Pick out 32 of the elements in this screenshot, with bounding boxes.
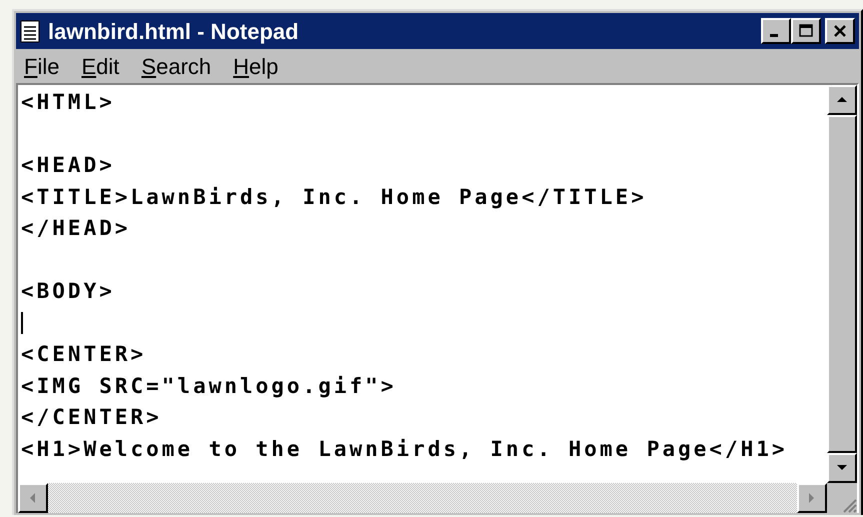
code-line: <HEAD>	[21, 152, 115, 179]
notepad-icon	[20, 19, 40, 43]
resize-grip[interactable]	[827, 483, 857, 513]
text-editor[interactable]: <HTML> <HEAD> <TITLE>LawnBirds, Inc. Home Page</TITLE> </HEAD> <BODY> <CENTER> <IMG SRC="lawnlogo.gif"> </CENTER> <H1>Welcome to the LawnBirds, Inc. Home Page</H1>	[16, 83, 859, 513]
close-button[interactable]	[825, 18, 855, 44]
menu-item[interactable]: File	[24, 50, 60, 82]
code-line: <CENTER>	[21, 341, 146, 368]
code-line: <HTML>	[21, 89, 115, 116]
menu-item[interactable]: Help	[233, 50, 278, 82]
code-line: </HEAD>	[21, 215, 131, 242]
scroll-thumb[interactable]	[827, 115, 857, 453]
maximize-button[interactable]	[791, 18, 821, 44]
vertical-scrollbar[interactable]	[827, 85, 857, 483]
code-line: </CENTER>	[21, 404, 162, 431]
text-cursor	[21, 312, 23, 334]
code-line: <BODY>	[21, 278, 115, 305]
window-title: lawnbird.html - Notepad	[48, 18, 300, 46]
code-line: <TITLE>LawnBirds, Inc. Home Page</TITLE>	[21, 184, 647, 210]
code-line: <IMG SRC="lawnlogo.gif">	[21, 372, 396, 400]
code-line: <H1>Welcome to the LawnBirds, Inc. Home Page</H1>	[21, 436, 788, 462]
scroll-up-button[interactable]	[827, 85, 857, 115]
grip-icon	[841, 497, 857, 513]
menu-item[interactable]: Edit	[81, 50, 120, 82]
scroll-left-button[interactable]	[18, 483, 48, 513]
scroll-right-button[interactable]	[797, 483, 827, 513]
close-icon	[832, 24, 848, 38]
scroll-down-button[interactable]	[827, 453, 857, 483]
minimize-button[interactable]	[761, 18, 791, 44]
maximize-icon	[798, 24, 814, 38]
menu-item[interactable]: Search	[141, 50, 212, 82]
minimize-icon	[770, 34, 778, 37]
horizontal-scrollbar[interactable]	[18, 483, 827, 513]
